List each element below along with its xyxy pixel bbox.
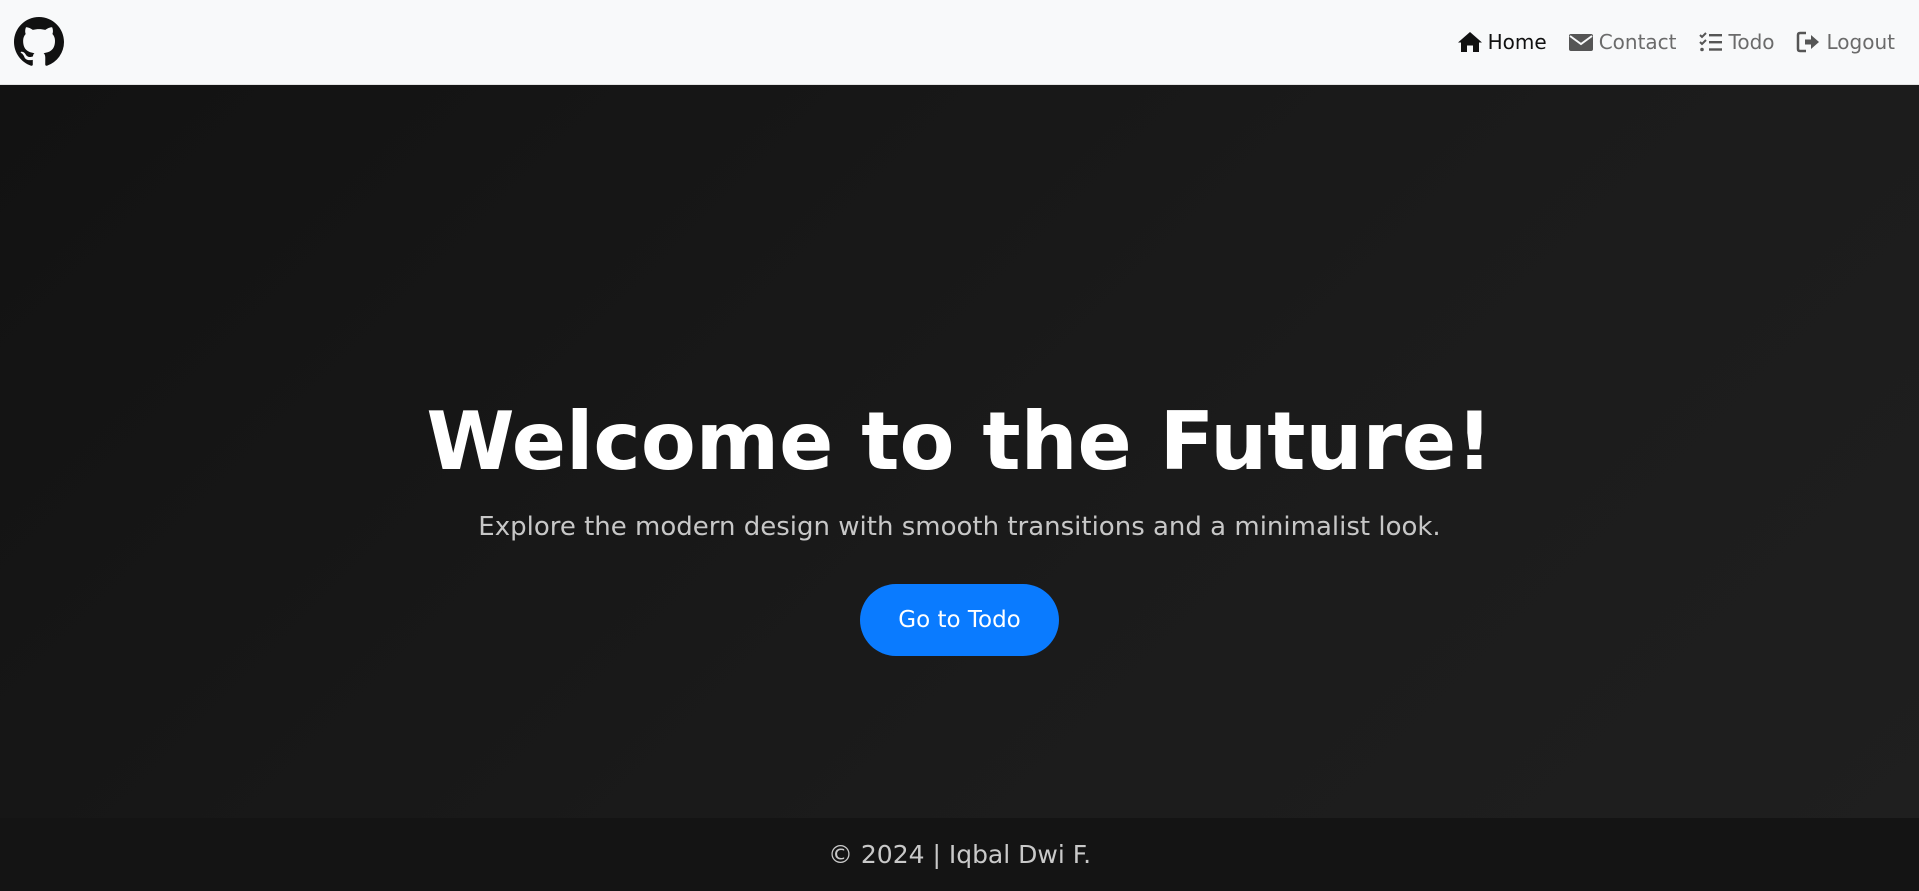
nav-todo-link[interactable]: Todo [1697, 30, 1775, 54]
hero-section: Welcome to the Future! Explore the moder… [0, 85, 1919, 818]
logout-icon [1795, 30, 1823, 54]
github-logo-link[interactable] [14, 17, 64, 67]
github-icon [14, 17, 64, 66]
hero-subtitle: Explore the modern design with smooth tr… [478, 511, 1441, 542]
nav-home-link[interactable]: Home [1456, 30, 1547, 54]
home-icon [1456, 30, 1484, 54]
list-check-icon [1697, 30, 1725, 54]
go-to-todo-button[interactable]: Go to Todo [860, 583, 1059, 656]
nav-links: Home Contact Todo Logout [1456, 30, 1895, 54]
footer: © 2024 | Iqbal Dwi F. [0, 818, 1919, 891]
nav-todo-label: Todo [1728, 30, 1775, 54]
nav-home-label: Home [1487, 30, 1547, 54]
nav-logout-link[interactable]: Logout [1795, 30, 1895, 54]
hero-title: Welcome to the Future! [426, 394, 1493, 488]
footer-copyright: © 2024 | Iqbal Dwi F. [827, 840, 1092, 869]
top-navbar: Home Contact Todo Logout [0, 0, 1919, 85]
envelope-icon [1567, 30, 1595, 54]
nav-contact-link[interactable]: Contact [1567, 30, 1677, 54]
nav-contact-label: Contact [1598, 30, 1677, 54]
nav-logout-label: Logout [1826, 30, 1895, 54]
